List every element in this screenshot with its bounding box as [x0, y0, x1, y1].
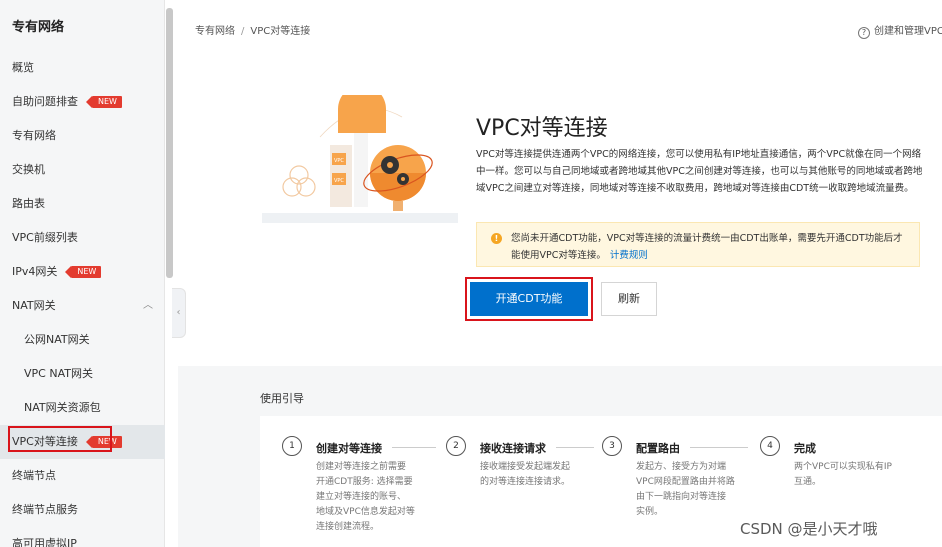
help-circle-icon: ?: [858, 27, 870, 39]
step-connector: [556, 447, 594, 448]
usage-guide-title: 使用引导: [260, 392, 304, 405]
step-title: 配置路由: [636, 442, 680, 455]
sidebar-item-troubleshoot[interactable]: 自助问题排查 NEW: [0, 85, 165, 119]
breadcrumb-item-current: VPC对等连接: [250, 26, 311, 37]
step-description: 发起方、接受方为对端 VPC网段配置路由并将路 由下一跳指向对等连接 实例。: [636, 462, 735, 517]
sidebar-item-havip[interactable]: 高可用虚拟IP: [0, 527, 165, 547]
page-description: VPC对等连接提供连通两个VPC的网络连接，您可以使用私有IP地址直接通信，两个…: [476, 149, 923, 194]
new-badge: NEW: [86, 96, 122, 108]
highlight-box-sidebar: [8, 426, 112, 452]
step-title: 完成: [794, 442, 816, 455]
sidebar-item-public-nat[interactable]: 公网NAT网关: [0, 323, 165, 357]
sidebar-title: 专有网络: [12, 20, 65, 35]
step-description: 接收端接受发起端发起 的对等连接连接请求。: [480, 462, 571, 487]
breadcrumb: 专有网络 / VPC对等连接: [195, 22, 310, 37]
step-number: 3: [602, 436, 622, 456]
breadcrumb-item-vpc[interactable]: 专有网络: [195, 26, 235, 37]
new-badge: NEW: [65, 266, 102, 278]
sidebar-scrollbar[interactable]: [166, 8, 173, 278]
notice-text: 您尚未开通CDT功能，VPC对等连接的流量计费统一由CDT出账单，需要先开通CD…: [511, 233, 903, 261]
help-link-label: 创建和管理VPC: [874, 26, 942, 37]
sidebar-item-vpc[interactable]: 专有网络: [0, 119, 165, 153]
sidebar-item-endpoint-service[interactable]: 终端节点服务: [0, 493, 165, 527]
step-connector: [690, 447, 748, 448]
page-title: VPC对等连接: [476, 116, 608, 141]
billing-rules-link[interactable]: 计费规则: [610, 250, 648, 261]
step-number: 4: [760, 436, 780, 456]
step-description: 创建对等连接之前需要 开通CDT服务: 选择需要 建立对等连接的账号、 地域及V…: [316, 462, 415, 532]
watermark: CSDN @是小天才哦: [740, 520, 878, 538]
step-connector: [392, 447, 436, 448]
highlight-box-button: [465, 277, 593, 321]
svg-text:VPC: VPC: [334, 158, 344, 164]
sidebar-item-vpc-nat[interactable]: VPC NAT网关: [0, 357, 165, 391]
sidebar-item-nat-package[interactable]: NAT网关资源包: [0, 391, 165, 425]
sidebar-item-prefix-list[interactable]: VPC前缀列表: [0, 221, 165, 255]
step-description: 两个VPC可以实现私有IP 互通。: [794, 462, 892, 487]
help-link[interactable]: ? 创建和管理VPC: [858, 22, 942, 39]
warning-circle-icon: !: [491, 233, 502, 244]
cdt-notice: ! 您尚未开通CDT功能，VPC对等连接的流量计费统一由CDT出账单，需要先开通…: [476, 222, 920, 267]
sidebar-item-endpoint[interactable]: 终端节点: [0, 459, 165, 493]
chevron-up-icon[interactable]: ︿: [143, 289, 153, 323]
chevron-left-icon: ‹: [176, 307, 181, 318]
sidebar-item-vswitch[interactable]: 交换机: [0, 153, 165, 187]
collapse-sidebar-button[interactable]: ‹: [172, 288, 186, 338]
sidebar-item-route-table[interactable]: 路由表: [0, 187, 165, 221]
refresh-button[interactable]: 刷新: [601, 282, 657, 316]
svg-text:VPC: VPC: [334, 178, 344, 184]
step-title: 接收连接请求: [480, 442, 546, 455]
step-number: 2: [446, 436, 466, 456]
sidebar-item-ipv4-gateway[interactable]: IPv4网关 NEW: [0, 255, 165, 289]
step-title: 创建对等连接: [316, 442, 382, 455]
vpc-peering-illustration: VPC VPC: [262, 95, 458, 223]
sidebar-item-nat-gateway[interactable]: NAT网关 ︿: [0, 289, 165, 323]
step-number: 1: [282, 436, 302, 456]
breadcrumb-separator: /: [241, 26, 245, 37]
sidebar-item-overview[interactable]: 概览: [0, 51, 165, 85]
